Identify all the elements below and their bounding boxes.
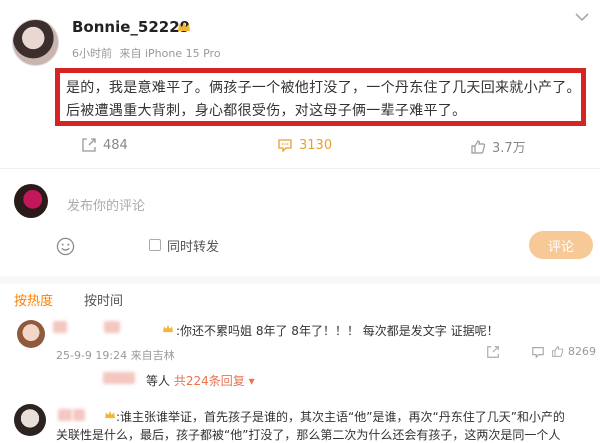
tab-sort-hot[interactable]: 按热度 (14, 290, 53, 309)
post-text-line-2: 后被遭遇重大背刺，身心都很受伤，对这母子俩一辈子难平了。 (66, 103, 467, 119)
share-icon (82, 138, 96, 152)
share-count: 484 (103, 137, 128, 153)
comment-text: :你还不累吗姐 8年了 8年了！！！ 每次都是发文字 证据呢！ (176, 324, 499, 338)
share-button[interactable]: 484 (81, 137, 128, 153)
comment-text: :谁主张谁举证，首先孩子是谁的，其次主语“他”是谁，再次“丹东住了几天”和小产的 (116, 410, 565, 424)
comment-icon[interactable] (531, 345, 545, 359)
comment-button[interactable]: 3130 (277, 137, 332, 153)
emoji-icon[interactable] (56, 237, 75, 256)
current-user-avatar (14, 184, 48, 218)
comment-like-count: 8269 (568, 345, 596, 358)
crown-icon (105, 410, 115, 419)
author-username[interactable]: Bonnie_52229 (72, 18, 190, 36)
redacted-username (53, 321, 67, 333)
redacted-username (73, 409, 85, 421)
comment-like-button[interactable]: 8269 (551, 345, 596, 358)
repost-checkbox[interactable] (149, 239, 161, 251)
post-time: 6小时前 (72, 47, 112, 60)
comment-text: 关联性是什么，最后，孩子都被“他”打没了，那么第二次为什么还会有孩子，这两次是同… (56, 428, 561, 442)
thumbs-up-icon (471, 139, 486, 154)
submit-comment-button[interactable]: 评论 (529, 231, 593, 259)
thumbs-up-icon (552, 346, 564, 357)
tab-sort-time[interactable]: 按时间 (84, 290, 123, 309)
crown-icon (178, 22, 190, 31)
repost-label: 同时转发 (167, 240, 220, 255)
comment-meta: 25-9-9 19:24 来自吉林 (56, 347, 175, 363)
chevron-down-icon[interactable] (574, 12, 590, 22)
like-button[interactable]: 3.7万 (470, 137, 526, 156)
share-icon[interactable] (486, 345, 500, 359)
reply-prefix: 等人 (146, 374, 171, 388)
commenter-avatar[interactable] (17, 320, 45, 348)
section-separator (0, 276, 600, 284)
like-count: 3.7万 (492, 141, 526, 156)
author-avatar[interactable] (12, 19, 59, 66)
reply-count-link[interactable]: 共224条回复 ▾ (174, 374, 255, 388)
redacted-username (58, 409, 72, 421)
redacted-username (104, 321, 120, 333)
post-meta: 6小时前 来自 iPhone 15 Pro (72, 45, 225, 61)
commenter-avatar[interactable] (14, 404, 46, 436)
post-text-line-1: 是的，我是意难平了。俩孩子一个被他打没了，一个丹东住了几天回来就小产了。 (66, 80, 581, 96)
comment-time: 25-9-9 19:24 (56, 349, 128, 362)
reply-summary[interactable]: 等人 共224条回复 ▾ (146, 372, 255, 389)
divider (0, 168, 600, 169)
comment-source: 来自吉林 (130, 349, 175, 362)
comment-icon (278, 139, 292, 153)
crown-icon (163, 324, 173, 333)
comment-count: 3130 (299, 137, 333, 153)
comment-input[interactable]: 发布你的评论 (67, 195, 145, 214)
post-source: 来自 iPhone 15 Pro (119, 47, 221, 60)
redacted-username (103, 372, 135, 384)
